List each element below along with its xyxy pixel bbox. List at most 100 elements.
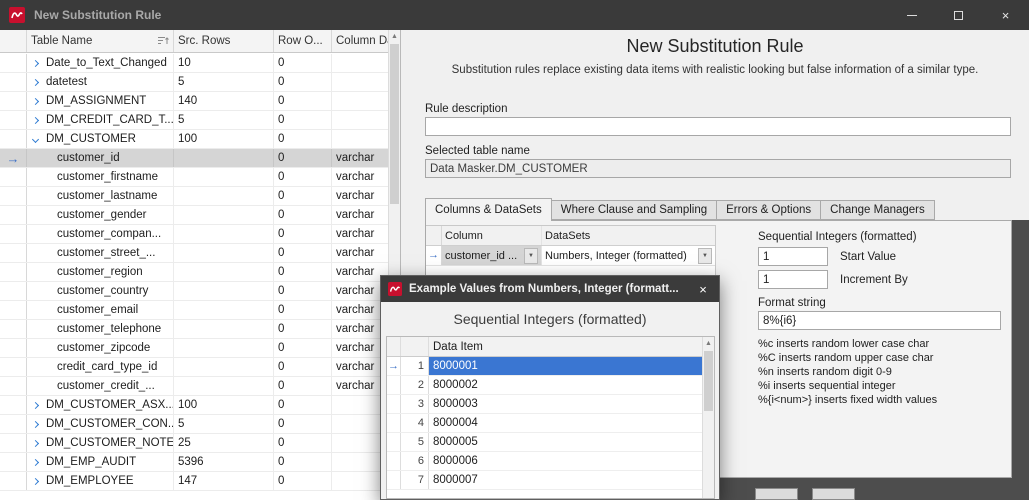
rule-description-label: Rule description bbox=[425, 103, 507, 115]
column-header-table-name[interactable]: Table Name bbox=[27, 30, 174, 52]
scroll-up-icon[interactable]: ▲ bbox=[389, 30, 400, 43]
row-o-cell: 0 bbox=[274, 415, 332, 433]
expand-icon[interactable] bbox=[32, 78, 39, 85]
column-header-data-item[interactable]: Data Item bbox=[429, 337, 702, 356]
table-row[interactable]: DM_CREDIT_CARD_T...50 bbox=[0, 111, 388, 130]
close-icon: × bbox=[1002, 9, 1010, 22]
example-row[interactable]: 38000003 bbox=[387, 395, 702, 414]
table-row[interactable]: DM_CUSTOMER_ASX...1000 bbox=[0, 396, 388, 415]
expand-icon[interactable] bbox=[32, 97, 39, 104]
minimize-button[interactable] bbox=[888, 0, 935, 30]
table-row[interactable]: customer_gender0varchar bbox=[0, 206, 388, 225]
selected-table-input[interactable] bbox=[425, 159, 1011, 178]
example-scrollbar[interactable]: ▲ bbox=[702, 337, 714, 498]
table-name: DM_CUSTOMER_ASX... bbox=[46, 399, 174, 411]
column-data-cell bbox=[332, 92, 388, 110]
column-data-cell bbox=[332, 111, 388, 129]
table-row[interactable]: DM_CUSTOMER_CON...50 bbox=[0, 415, 388, 434]
example-row-number: 2 bbox=[401, 376, 429, 394]
window-title: New Substitution Rule bbox=[34, 8, 161, 22]
table-row[interactable]: customer_compan...0varchar bbox=[0, 225, 388, 244]
expand-icon[interactable] bbox=[32, 116, 39, 123]
tab-change-managers[interactable]: Change Managers bbox=[820, 200, 935, 220]
format-string-input[interactable] bbox=[758, 311, 1001, 330]
tab-errors-options[interactable]: Errors & Options bbox=[716, 200, 821, 220]
row-indicator-cell bbox=[0, 301, 27, 319]
expand-icon[interactable] bbox=[32, 458, 39, 465]
table-row[interactable]: customer_email0varchar bbox=[0, 301, 388, 320]
collapse-icon[interactable] bbox=[32, 135, 39, 142]
close-button[interactable]: × bbox=[982, 0, 1029, 30]
expand-icon[interactable] bbox=[32, 477, 39, 484]
column-header-row-o[interactable]: Row O... bbox=[274, 30, 332, 52]
row-indicator-cell bbox=[0, 54, 27, 72]
row-indicator-cell bbox=[0, 130, 27, 148]
table-row[interactable]: customer_firstname0varchar bbox=[0, 168, 388, 187]
table-row[interactable]: DM_CUSTOMER_NOTES250 bbox=[0, 434, 388, 453]
expand-icon[interactable] bbox=[32, 401, 39, 408]
table-name: DM_CUSTOMER_CON... bbox=[46, 418, 174, 430]
table-row[interactable]: credit_card_type_id0varchar bbox=[0, 358, 388, 377]
column-header-src-rows[interactable]: Src. Rows bbox=[174, 30, 274, 52]
expand-icon[interactable] bbox=[32, 59, 39, 66]
example-row[interactable]: 78000007 bbox=[387, 471, 702, 490]
scroll-thumb[interactable] bbox=[390, 44, 399, 204]
partial-button-2[interactable] bbox=[812, 488, 855, 500]
example-grid-content: Data Item →18000001280000023800000348000… bbox=[387, 337, 702, 498]
tab-where-clause-and-sampling[interactable]: Where Clause and Sampling bbox=[551, 200, 717, 220]
src-rows-cell bbox=[174, 263, 274, 281]
row-o-cell: 0 bbox=[274, 453, 332, 471]
table-row[interactable]: DM_EMPLOYEE1470 bbox=[0, 472, 388, 491]
increment-by-input[interactable] bbox=[758, 270, 828, 289]
table-row[interactable]: Date_to_Text_Changed100 bbox=[0, 54, 388, 73]
row-o-cell: 0 bbox=[274, 244, 332, 262]
tables-panel: Table Name Src. Rows Row O... Column Da.… bbox=[0, 30, 401, 500]
table-row[interactable]: →customer_id0varchar bbox=[0, 149, 388, 168]
partial-button-1[interactable] bbox=[755, 488, 798, 500]
row-o-cell: 0 bbox=[274, 149, 332, 167]
column-header-column-data[interactable]: Column Da... bbox=[332, 30, 388, 52]
scroll-up-icon[interactable]: ▲ bbox=[703, 337, 714, 350]
expand-icon[interactable] bbox=[32, 420, 39, 427]
example-dialog-close-button[interactable]: × bbox=[687, 276, 719, 302]
table-row[interactable]: customer_lastname0varchar bbox=[0, 187, 388, 206]
table-row[interactable]: customer_street_...0varchar bbox=[0, 244, 388, 263]
table-row[interactable]: datetest50 bbox=[0, 73, 388, 92]
src-rows-cell bbox=[174, 206, 274, 224]
params-heading: Sequential Integers (formatted) bbox=[758, 231, 917, 243]
maximize-button[interactable] bbox=[935, 0, 982, 30]
table-row[interactable]: DM_ASSIGNMENT1400 bbox=[0, 92, 388, 111]
table-name: credit_card_type_id bbox=[57, 361, 157, 373]
example-row[interactable]: 48000004 bbox=[387, 414, 702, 433]
sort-icon bbox=[158, 36, 169, 46]
table-name: customer_region bbox=[57, 266, 143, 278]
example-row-number: 6 bbox=[401, 452, 429, 470]
expand-icon[interactable] bbox=[32, 439, 39, 446]
table-row[interactable]: DM_EMP_AUDIT53960 bbox=[0, 453, 388, 472]
table-row[interactable]: customer_credit_...0varchar bbox=[0, 377, 388, 396]
column-data-cell: varchar bbox=[332, 168, 388, 186]
row-o-cell: 0 bbox=[274, 92, 332, 110]
example-row[interactable]: →18000001 bbox=[387, 357, 702, 376]
table-row[interactable]: DM_CUSTOMER1000 bbox=[0, 130, 388, 149]
form-subtitle: Substitution rules replace existing data… bbox=[411, 64, 1019, 76]
table-name: customer_email bbox=[57, 304, 138, 316]
src-rows-cell: 10 bbox=[174, 54, 274, 72]
indicator-header-cell bbox=[0, 30, 27, 52]
table-row[interactable]: customer_telephone0varchar bbox=[0, 320, 388, 339]
table-row[interactable]: customer_region0varchar bbox=[0, 263, 388, 282]
table-row[interactable]: customer_country0varchar bbox=[0, 282, 388, 301]
row-o-cell: 0 bbox=[274, 339, 332, 357]
tab-columns-datasets[interactable]: Columns & DataSets bbox=[425, 198, 552, 221]
rule-description-input[interactable] bbox=[425, 117, 1011, 136]
start-value-input[interactable] bbox=[758, 247, 828, 266]
example-row[interactable]: 28000002 bbox=[387, 376, 702, 395]
row-indicator-cell bbox=[0, 92, 27, 110]
example-row[interactable]: 58000005 bbox=[387, 433, 702, 452]
selected-table-label: Selected table name bbox=[425, 145, 530, 157]
example-row[interactable]: 68000006 bbox=[387, 452, 702, 471]
titlebar: New Substitution Rule × bbox=[0, 0, 1029, 30]
example-dialog-title: Example Values from Numbers, Integer (fo… bbox=[409, 283, 683, 295]
scroll-thumb[interactable] bbox=[704, 351, 713, 411]
table-row[interactable]: customer_zipcode0varchar bbox=[0, 339, 388, 358]
